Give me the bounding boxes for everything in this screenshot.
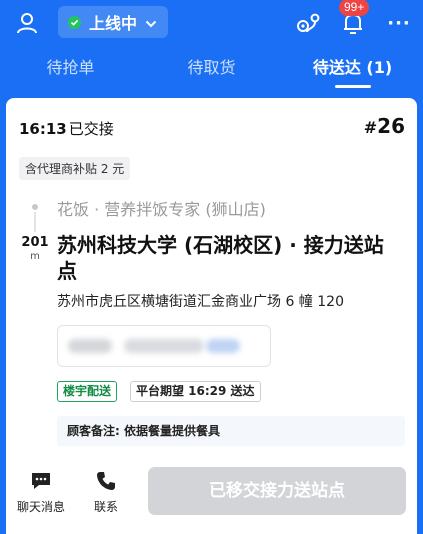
route-button[interactable] [292, 8, 326, 38]
phone-icon [97, 472, 115, 490]
order-number-value: 26 [377, 114, 405, 138]
order-number-hash: # [363, 118, 378, 137]
destination-address: 苏州市虎丘区横塘街道汇金商业广场 6 幢 120 [57, 294, 344, 310]
distance-unit: m [30, 251, 40, 262]
redacted-block [124, 339, 204, 353]
chat-label: 聊天消息 [16, 500, 65, 514]
more-options-button[interactable]: ··· [382, 8, 416, 38]
destination-distance: 201 m [20, 236, 50, 264]
profile-button[interactable] [10, 8, 44, 38]
chat-button[interactable]: 聊天消息 [13, 470, 69, 516]
contact-label: 联系 [93, 500, 118, 514]
timeline-connector [34, 212, 36, 232]
pickup-timeline-dot [32, 204, 38, 210]
relay-handover-button[interactable]: 已移交接力送站点 [148, 467, 406, 515]
user-icon [17, 13, 37, 34]
order-number: #26 [364, 114, 405, 138]
notification-count-badge: 99+ [339, 0, 370, 16]
distance-value: 201 [21, 235, 49, 250]
order-time: 16:13 已交接 [19, 118, 114, 139]
handover-status: 已交接 [68, 120, 114, 138]
top-bar: 上线中 99+ ··· [0, 0, 423, 50]
chat-icon [32, 473, 50, 489]
more-icon: ··· [387, 12, 411, 34]
chevron-down-icon [145, 13, 157, 32]
redacted-block [206, 339, 240, 353]
online-status-selector[interactable]: 上线中 [58, 6, 168, 38]
tab-pending-grab[interactable]: 待抢单 [0, 50, 141, 92]
building-delivery-tag: 楼宇配送 [57, 381, 118, 402]
handover-time: 16:13 [19, 120, 67, 138]
order-card[interactable]: 16:13 已交接 #26 含代理商补贴 2 元 花饭 · 营养拌饭专家 (狮山店… [6, 98, 417, 534]
expected-time-tag: 平台期望 16:29 送达 [130, 381, 261, 402]
subsidy-tag: 含代理商补贴 2 元 [19, 157, 131, 180]
tab-pending-pickup[interactable]: 待取货 [141, 50, 282, 92]
contact-button[interactable]: 联系 [78, 470, 134, 516]
store-name: 花饭 · 营养拌饭专家 (狮山店) [57, 200, 266, 219]
tab-pending-delivery[interactable]: 待送达 (1) [282, 50, 423, 92]
online-status-label: 上线中 [89, 14, 138, 33]
destination-name: 苏州科技大学 (石湖校区) · 接力送站点 [57, 233, 384, 283]
order-status-tabs: 待抢单 待取货 待送达 (1) [0, 50, 423, 92]
redacted-customer-info [57, 325, 271, 367]
online-check-icon [68, 15, 81, 29]
route-icon [297, 13, 320, 33]
customer-remark: 顾客备注: 依据餐量提供餐具 [57, 416, 405, 446]
redacted-block [68, 339, 112, 353]
